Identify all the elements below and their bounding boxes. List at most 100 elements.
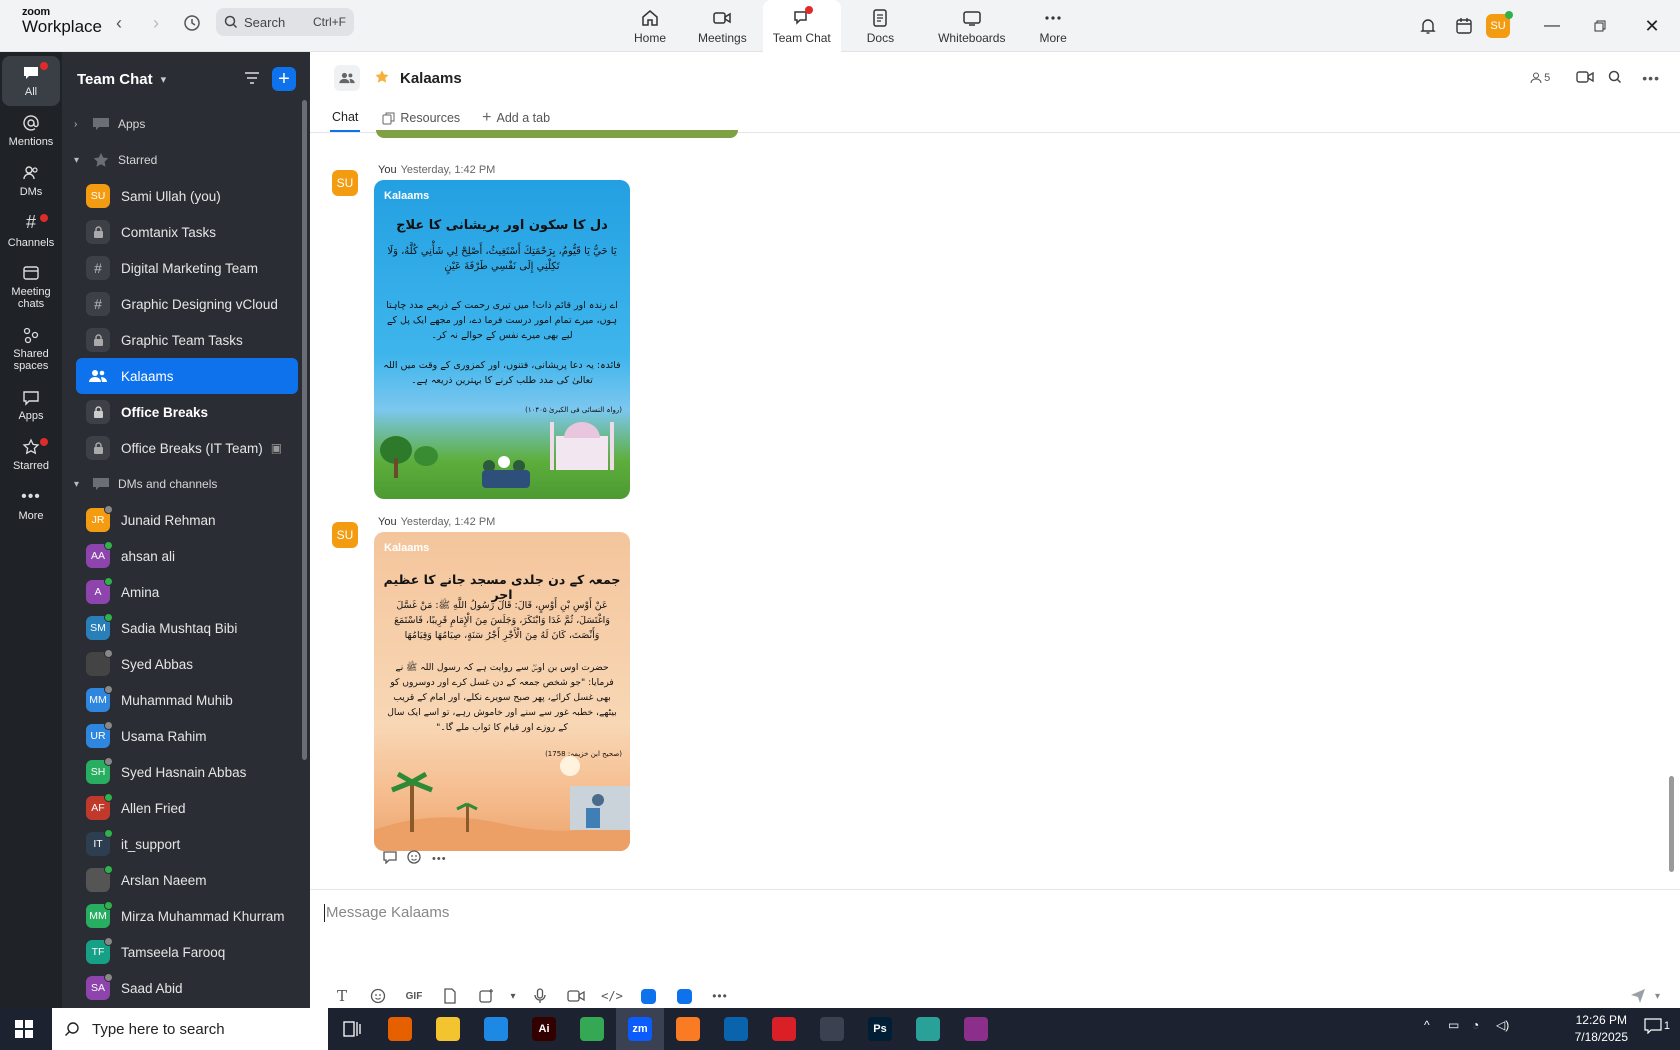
dm-list-item[interactable]: AF Allen Fried <box>76 790 298 826</box>
minimize-icon[interactable]: — <box>1528 17 1576 35</box>
new-chat-button[interactable]: + <box>272 67 296 91</box>
creative-cloud-icon[interactable] <box>760 1008 808 1050</box>
list-item[interactable]: # Graphic Designing vCloud <box>76 286 298 322</box>
vscode-icon[interactable] <box>472 1008 520 1050</box>
list-item-active[interactable]: Kalaams <box>76 358 298 394</box>
rail-item-mentions[interactable]: Mentions <box>2 106 60 156</box>
tab-docs[interactable]: Docs <box>841 0 920 52</box>
dm-list-item[interactable]: JR Junaid Rehman <box>76 502 298 538</box>
video-camera-icon[interactable] <box>1576 70 1594 87</box>
emoji-react-icon[interactable] <box>406 849 422 868</box>
xampp-icon[interactable] <box>664 1008 712 1050</box>
rail-item-channels[interactable]: # Channels <box>2 206 60 256</box>
illustrator-icon[interactable]: Ai <box>520 1008 568 1050</box>
tab-add-a-tab[interactable]: + Add a tab <box>482 104 550 132</box>
dm-list-item[interactable]: TF Tamseela Farooq <box>76 934 298 970</box>
list-item[interactable]: Graphic Team Tasks <box>76 322 298 358</box>
tab-chat[interactable]: Chat <box>330 104 361 132</box>
send-icon[interactable] <box>1629 986 1647 1007</box>
windows-start-icon[interactable] <box>0 1020 48 1038</box>
speaker-icon[interactable]: ◁) <box>1496 1018 1520 1032</box>
emoji-icon[interactable] <box>360 986 396 1006</box>
chevron-down-icon[interactable]: ▾ <box>504 986 522 1006</box>
forward-arrow-icon[interactable]: › <box>145 12 167 34</box>
dm-list-item[interactable]: Arslan Naeem <box>76 862 298 898</box>
chrome-icon[interactable] <box>568 1008 616 1050</box>
dm-list-item[interactable]: IT it_support <box>76 826 298 862</box>
list-item[interactable]: Office Breaks <box>76 394 298 430</box>
pen-tool-icon[interactable] <box>808 1008 856 1050</box>
sidebar-title[interactable]: Team Chat <box>77 71 153 88</box>
message-input[interactable]: Message Kalaams <box>326 904 449 921</box>
tab-team-chat[interactable]: Team Chat <box>762 0 841 52</box>
chevron-down-icon[interactable]: ▾ <box>1655 991 1660 1002</box>
network-icon[interactable]: ▭ <box>1448 1018 1472 1032</box>
chat-scrollbar[interactable] <box>1669 776 1674 872</box>
members-button[interactable]: 5 <box>1530 72 1550 84</box>
chat-app-icon[interactable] <box>666 986 702 1006</box>
photoshop-icon[interactable]: Ps <box>856 1008 904 1050</box>
rail-item-apps[interactable]: Apps <box>2 380 60 430</box>
dm-list-item[interactable]: AA ahsan ali <box>76 538 298 574</box>
winrar-icon[interactable] <box>952 1008 1000 1050</box>
file-explorer-icon[interactable] <box>424 1008 472 1050</box>
outlook-icon[interactable] <box>712 1008 760 1050</box>
app-blue-icon[interactable] <box>630 986 666 1006</box>
dm-list-item[interactable]: SH Syed Hasnain Abbas <box>76 754 298 790</box>
history-icon[interactable] <box>181 12 203 34</box>
star-icon[interactable] <box>374 69 390 88</box>
section-starred[interactable]: ▾ Starred <box>62 142 310 178</box>
rail-item-starred[interactable]: Starred <box>2 430 60 480</box>
user-avatar[interactable]: SU <box>1486 11 1513 38</box>
file-icon[interactable] <box>432 986 468 1006</box>
format-text-icon[interactable]: T <box>324 986 360 1006</box>
previous-image-edge[interactable] <box>376 130 738 138</box>
tab-more[interactable]: More <box>1023 0 1082 52</box>
taskbar-clock[interactable]: 12:26 PM 7/18/2025 <box>1575 1012 1628 1046</box>
bell-icon[interactable] <box>1410 17 1446 35</box>
rail-item-dms[interactable]: DMs <box>2 156 60 206</box>
task-view-icon[interactable] <box>328 1008 376 1050</box>
tab-whiteboards[interactable]: Whiteboards <box>920 0 1023 52</box>
filter-icon[interactable] <box>244 71 260 88</box>
code-icon[interactable]: </> <box>594 986 630 1006</box>
rail-item-more[interactable]: ••• More <box>2 480 60 530</box>
rail-item-meeting-chats[interactable]: Meeting chats <box>2 256 60 318</box>
back-arrow-icon[interactable]: ‹ <box>108 12 130 34</box>
sidebar-scrollbar[interactable] <box>302 100 307 760</box>
calendar-icon[interactable] <box>1446 17 1482 35</box>
tab-resources[interactable]: Resources <box>382 104 460 132</box>
message-image[interactable]: Kalaams جمعہ کے دن جلدی مسجد جانے کا عظی… <box>374 532 630 851</box>
section-apps[interactable]: › Apps <box>62 106 310 142</box>
dm-list-item[interactable]: SM Sadia Mushtaq Bibi <box>76 610 298 646</box>
rail-item-shared-spaces[interactable]: Shared spaces <box>2 318 60 380</box>
video-message-icon[interactable] <box>558 986 594 1006</box>
search-icon[interactable] <box>1608 70 1622 87</box>
channel-title[interactable]: Kalaams <box>400 70 462 87</box>
chevron-down-icon[interactable]: ▾ <box>161 73 167 86</box>
list-item[interactable]: SU Sami Ullah (you) <box>76 178 298 214</box>
restore-icon[interactable] <box>1576 20 1624 32</box>
app-diamond-icon[interactable] <box>904 1008 952 1050</box>
group-icon[interactable] <box>334 65 360 91</box>
section-dms-and-channels[interactable]: ▾ DMs and channels <box>62 466 310 502</box>
message-image[interactable]: Kalaams دل کا سکون اور پریشانی کا علاج ي… <box>374 180 630 499</box>
more-dots-icon[interactable]: ••• <box>432 853 447 865</box>
gif-button[interactable]: GIF <box>396 986 432 1006</box>
chevron-up-icon[interactable]: ^ <box>1424 1018 1448 1032</box>
tab-home[interactable]: Home <box>618 0 682 52</box>
reply-icon[interactable] <box>382 850 398 867</box>
microphone-icon[interactable] <box>522 986 558 1006</box>
dm-list-item[interactable]: A Amina <box>76 574 298 610</box>
more-dots-icon[interactable]: ••• <box>1642 70 1660 86</box>
dm-list-item[interactable]: UR Usama Rahim <box>76 718 298 754</box>
search-input[interactable]: Search Ctrl+F <box>216 8 354 36</box>
wifi-icon[interactable]: ◔ <box>1472 1018 1496 1032</box>
firefox-icon[interactable] <box>376 1008 424 1050</box>
taskbar-search-input[interactable]: Type here to search <box>52 1008 328 1050</box>
zoom-icon[interactable]: zm <box>616 1008 664 1050</box>
more-dots-icon[interactable]: ••• <box>702 986 738 1006</box>
dm-list-item[interactable]: Syed Abbas <box>76 646 298 682</box>
list-item[interactable]: # Digital Marketing Team <box>76 250 298 286</box>
dm-list-item[interactable]: SA Saad Abid <box>76 970 298 1006</box>
